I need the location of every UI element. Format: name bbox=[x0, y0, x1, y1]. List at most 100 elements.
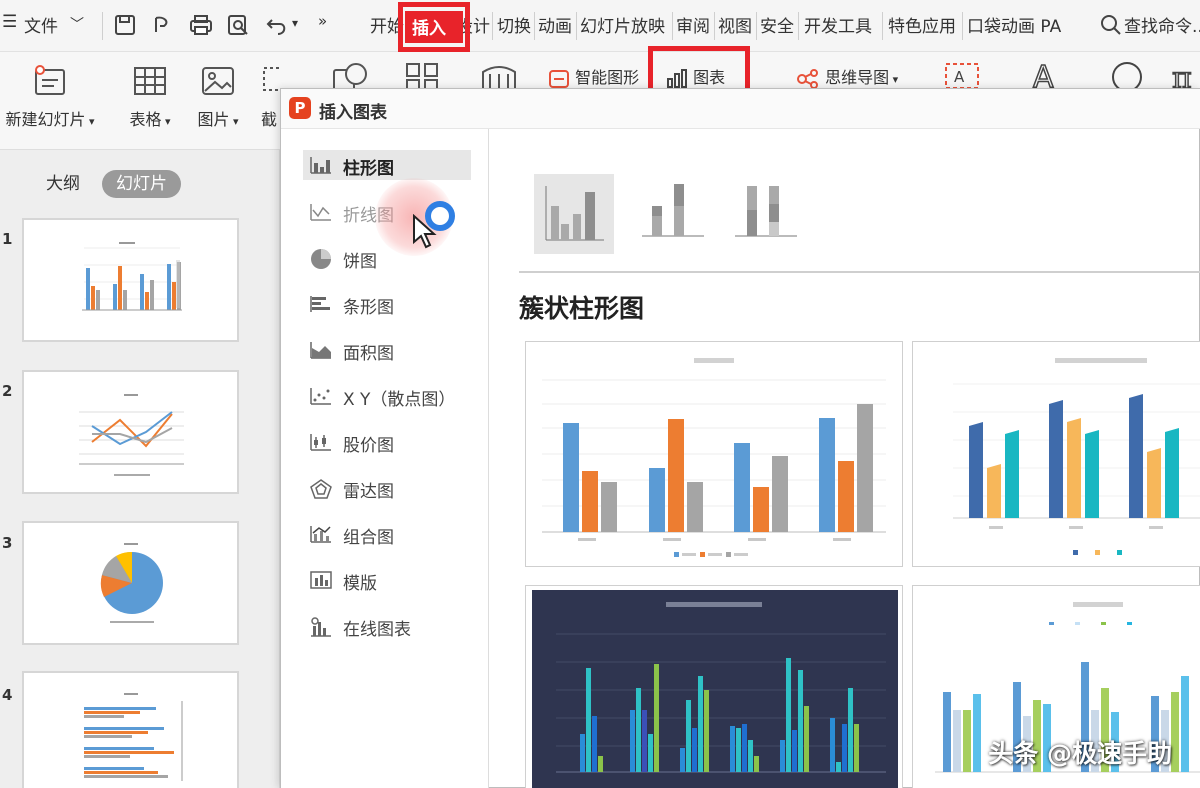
category-template[interactable]: 模版 bbox=[303, 565, 471, 595]
tab-review[interactable]: 审阅 bbox=[676, 12, 710, 37]
chevron-down-icon[interactable]: ﹀ bbox=[70, 14, 84, 34]
picture-label: 图片 bbox=[197, 110, 230, 129]
tab-security[interactable]: 安全 bbox=[760, 12, 794, 37]
menu-separator bbox=[882, 12, 883, 40]
screenshot-button[interactable]: 截 bbox=[258, 64, 280, 130]
chart-style-card-1[interactable] bbox=[525, 341, 903, 567]
category-label: 面积图 bbox=[343, 344, 394, 364]
table-label: 表格 bbox=[129, 110, 162, 129]
text-box-icon[interactable]: A bbox=[944, 62, 980, 90]
tab-pocket-animation[interactable]: 口袋动画 PA bbox=[967, 12, 1061, 37]
category-bar[interactable]: 条形图 bbox=[303, 289, 471, 319]
more-icon[interactable]: » bbox=[318, 12, 327, 30]
menu-separator bbox=[798, 12, 799, 40]
stacked-column-icon bbox=[642, 184, 704, 237]
combo-chart-icon bbox=[310, 526, 331, 543]
undo-history-icon[interactable] bbox=[152, 14, 174, 36]
picture-icon bbox=[202, 67, 234, 95]
screenshot-label: 截 bbox=[260, 110, 277, 129]
subtype-clustered-column[interactable] bbox=[534, 174, 614, 254]
slide-thumbnail-1[interactable] bbox=[22, 218, 239, 342]
scatter-chart-icon bbox=[310, 388, 331, 405]
wps-presentation-logo-icon: P bbox=[289, 97, 311, 119]
stock-chart-icon bbox=[310, 434, 331, 451]
menu-separator bbox=[962, 12, 963, 40]
tab-special[interactable]: 特色应用 bbox=[888, 12, 956, 37]
subtype-percent-stacked-column[interactable] bbox=[731, 174, 811, 254]
watermark-text: 头条 @极速手助 bbox=[988, 739, 1172, 768]
category-combo[interactable]: 组合图 bbox=[303, 519, 471, 549]
chart-preview-3d-column bbox=[953, 358, 1200, 555]
smartart-icon bbox=[549, 69, 569, 88]
save-icon[interactable] bbox=[114, 14, 136, 36]
category-label: 模版 bbox=[343, 574, 377, 594]
menu-separator bbox=[576, 12, 577, 40]
chart-style-card-3[interactable] bbox=[525, 585, 903, 788]
category-online[interactable]: 在线图表 bbox=[303, 611, 471, 641]
menu-separator bbox=[714, 12, 715, 40]
mindmap-button[interactable]: 思维导图 ▾ bbox=[796, 64, 898, 89]
search-icon[interactable] bbox=[1100, 14, 1122, 36]
slide-thumbnail-3[interactable] bbox=[22, 521, 239, 645]
category-area[interactable]: 面积图 bbox=[303, 335, 471, 365]
mindmap-label: 思维导图 bbox=[825, 68, 890, 87]
table-icon bbox=[134, 67, 166, 95]
template-chart-icon bbox=[310, 571, 332, 589]
category-label: 在线图表 bbox=[343, 620, 411, 640]
slide-thumb-pie-chart bbox=[100, 543, 163, 623]
tab-transition[interactable]: 切换 bbox=[497, 12, 531, 37]
menu-separator bbox=[534, 12, 535, 40]
tab-animation[interactable]: 动画 bbox=[538, 12, 572, 37]
menu-separator bbox=[756, 12, 757, 40]
category-stock[interactable]: 股价图 bbox=[303, 427, 471, 457]
area-chart-icon bbox=[310, 342, 331, 359]
slide-thumbnail-4[interactable] bbox=[22, 671, 239, 788]
category-label: 饼图 bbox=[343, 252, 377, 272]
subtype-stacked-column[interactable] bbox=[634, 174, 714, 254]
category-scatter[interactable]: X Y（散点图） bbox=[303, 381, 471, 411]
menu-bar: ☰ 文件 ﹀ ▾ » 开始 插入 设计 切换 动画 bbox=[0, 0, 1200, 52]
slide-thumbnail-2[interactable] bbox=[22, 370, 239, 494]
mouse-cursor-icon bbox=[413, 214, 437, 249]
screenshot-icon bbox=[263, 67, 280, 91]
category-label: 股价图 bbox=[343, 436, 394, 456]
slide-thumb-line-chart bbox=[79, 394, 184, 476]
new-slide-icon bbox=[35, 65, 65, 95]
bar-chart-icon bbox=[310, 296, 330, 312]
new-slide-button[interactable]: 新建幻灯片 ▾ bbox=[0, 64, 100, 130]
undo-icon[interactable] bbox=[266, 14, 288, 36]
file-menu[interactable]: 文件 bbox=[24, 12, 58, 37]
tab-slideshow[interactable]: 幻灯片放映 bbox=[580, 12, 665, 37]
tab-view[interactable]: 视图 bbox=[718, 12, 752, 37]
tab-slides[interactable]: 幻灯片 bbox=[102, 170, 181, 198]
category-label: 雷达图 bbox=[343, 482, 394, 502]
slide-number: 2 bbox=[2, 382, 13, 400]
smartart-button[interactable]: 智能图形 bbox=[548, 64, 639, 89]
app-window: ☰ 文件 ﹀ ▾ » 开始 插入 设计 切换 动画 bbox=[0, 0, 1200, 788]
undo-dropdown-icon[interactable]: ▾ bbox=[292, 16, 298, 30]
table-button[interactable]: 表格 ▾ bbox=[122, 64, 178, 130]
tab-outline[interactable]: 大纲 bbox=[32, 170, 94, 198]
slide-number: 1 bbox=[2, 230, 13, 248]
print-icon[interactable] bbox=[189, 14, 213, 36]
menu-separator bbox=[672, 12, 673, 40]
print-preview-icon[interactable] bbox=[227, 14, 249, 36]
tab-developer[interactable]: 开发工具 bbox=[804, 12, 872, 37]
section-title: 簇状柱形图 bbox=[519, 294, 645, 323]
category-radar[interactable]: 雷达图 bbox=[303, 473, 471, 503]
slide-thumb-horizontal-bar-chart bbox=[84, 693, 183, 781]
picture-button[interactable]: 图片 ▾ bbox=[190, 64, 246, 130]
pie-chart-icon bbox=[311, 249, 331, 269]
chart-preview-dark bbox=[532, 590, 898, 788]
chart-style-card-2[interactable] bbox=[912, 341, 1200, 567]
category-column[interactable]: 柱形图 bbox=[303, 150, 471, 180]
slide-number: 4 bbox=[2, 686, 13, 704]
hamburger-menu-icon[interactable]: ☰ bbox=[2, 12, 17, 32]
slide-thumb-bar-chart bbox=[82, 242, 182, 311]
clustered-column-icon bbox=[545, 186, 604, 241]
category-pie[interactable]: 饼图 bbox=[303, 243, 471, 273]
tab-insert-label-active[interactable]: 插入 bbox=[412, 14, 446, 39]
search-command[interactable]: 查找命令... bbox=[1124, 12, 1200, 37]
section-divider bbox=[519, 271, 1200, 273]
line-chart-icon bbox=[310, 204, 331, 221]
